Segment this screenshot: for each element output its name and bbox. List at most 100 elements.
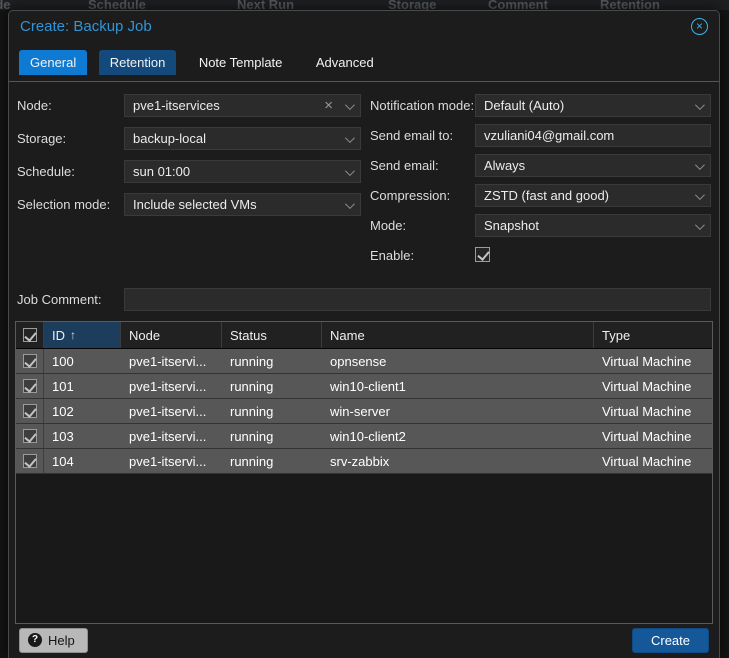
chevron-down-icon[interactable]	[695, 190, 705, 200]
select-all-cell[interactable]	[16, 322, 44, 348]
table-header: ID ↑ Node Status Name Type	[16, 322, 712, 349]
cell-id: 100	[44, 349, 121, 373]
send-email-to-input[interactable]	[475, 124, 711, 147]
send-email-combo-value: Always	[484, 158, 525, 173]
column-header-id[interactable]: ID ↑	[44, 322, 121, 348]
schedule-label: Schedule:	[17, 160, 124, 179]
storage-combo-value: backup-local	[133, 131, 206, 146]
column-header-type[interactable]: Type	[594, 322, 712, 348]
compression-combo-value: ZSTD (fast and good)	[484, 188, 609, 203]
chevron-down-icon[interactable]	[345, 100, 355, 110]
storage-combo[interactable]: backup-local	[124, 127, 361, 150]
bg-column-storage: Storage	[388, 0, 436, 10]
tab-advanced[interactable]: Advanced	[305, 50, 385, 75]
cell-node: pve1-itservi...	[121, 349, 222, 373]
tab-general[interactable]: General	[19, 50, 87, 75]
cell-name: win10-client1	[322, 374, 594, 398]
dialog-footer: ? Help Create	[9, 622, 719, 658]
cell-name: win10-client2	[322, 424, 594, 448]
mode-label: Mode:	[370, 214, 475, 233]
send-email-combo[interactable]: Always	[475, 154, 711, 177]
cell-node: pve1-itservi...	[121, 424, 222, 448]
cell-type: Virtual Machine	[594, 449, 712, 473]
tab-bar: General Retention Note Template Advanced	[9, 42, 719, 82]
background-grid-header: Node Schedule Next Run Storage Comment R…	[0, 0, 729, 10]
help-button[interactable]: ? Help	[19, 628, 88, 653]
cell-node: pve1-itservi...	[121, 449, 222, 473]
tab-note-template[interactable]: Note Template	[188, 50, 294, 75]
cell-status: running	[222, 374, 322, 398]
table-row[interactable]: 104 pve1-itservi... running srv-zabbix V…	[16, 449, 712, 474]
vm-selection-table: ID ↑ Node Status Name Type 100 pve1-itse…	[15, 321, 713, 624]
cell-id: 104	[44, 449, 121, 473]
cell-type: Virtual Machine	[594, 349, 712, 373]
table-row[interactable]: 100 pve1-itservi... running opnsense Vir…	[16, 349, 712, 374]
chevron-down-icon[interactable]	[345, 199, 355, 209]
close-icon[interactable]: ×	[691, 18, 708, 35]
node-combo[interactable]: pve1-itservices ×	[124, 94, 361, 117]
column-header-status[interactable]: Status	[222, 322, 322, 348]
enable-checkbox[interactable]	[475, 247, 490, 262]
schedule-combo[interactable]: sun 01:00	[124, 160, 361, 183]
sort-asc-icon: ↑	[70, 328, 76, 342]
compression-combo[interactable]: ZSTD (fast and good)	[475, 184, 711, 207]
table-row[interactable]: 101 pve1-itservi... running win10-client…	[16, 374, 712, 399]
chevron-down-icon[interactable]	[695, 160, 705, 170]
table-row[interactable]: 102 pve1-itservi... running win-server V…	[16, 399, 712, 424]
chevron-down-icon[interactable]	[345, 133, 355, 143]
bg-column-nextrun: Next Run	[237, 0, 294, 10]
clear-icon[interactable]: ×	[324, 96, 333, 116]
chevron-down-icon[interactable]	[345, 166, 355, 176]
help-icon: ?	[28, 633, 42, 647]
row-checkbox[interactable]	[23, 379, 37, 393]
form-right-column: Notification mode: Default (Auto) Send e…	[365, 94, 711, 270]
chevron-down-icon[interactable]	[695, 100, 705, 110]
form-left-column: Node: pve1-itservices × Storage: backup-…	[17, 94, 365, 270]
cell-status: running	[222, 349, 322, 373]
cell-node: pve1-itservi...	[121, 399, 222, 423]
storage-label: Storage:	[17, 127, 124, 146]
node-combo-value: pve1-itservices	[133, 98, 220, 113]
cell-type: Virtual Machine	[594, 374, 712, 398]
create-button[interactable]: Create	[632, 628, 709, 653]
row-checkbox[interactable]	[23, 429, 37, 443]
column-header-name[interactable]: Name	[322, 322, 594, 348]
job-comment-label: Job Comment:	[17, 292, 124, 307]
bg-column-node: Node	[0, 0, 11, 10]
bg-column-retention: Retention	[600, 0, 660, 10]
create-backup-job-dialog: Create: Backup Job × General Retention N…	[8, 10, 720, 658]
selection-mode-combo-value: Include selected VMs	[133, 197, 257, 212]
column-header-node[interactable]: Node	[121, 322, 222, 348]
row-checkbox[interactable]	[23, 454, 37, 468]
cell-node: pve1-itservi...	[121, 374, 222, 398]
general-form: Node: pve1-itservices × Storage: backup-…	[9, 82, 719, 270]
enable-label: Enable:	[370, 244, 475, 263]
node-label: Node:	[17, 94, 124, 113]
cell-name: srv-zabbix	[322, 449, 594, 473]
row-checkbox[interactable]	[23, 404, 37, 418]
notification-mode-combo-value: Default (Auto)	[484, 98, 564, 113]
cell-id: 103	[44, 424, 121, 448]
mode-combo-value: Snapshot	[484, 218, 539, 233]
cell-id: 101	[44, 374, 121, 398]
selection-mode-label: Selection mode:	[17, 193, 124, 212]
selection-mode-combo[interactable]: Include selected VMs	[124, 193, 361, 216]
cell-status: running	[222, 449, 322, 473]
table-row[interactable]: 103 pve1-itservi... running win10-client…	[16, 424, 712, 449]
chevron-down-icon[interactable]	[695, 220, 705, 230]
cell-status: running	[222, 424, 322, 448]
dialog-title-bar: Create: Backup Job ×	[9, 11, 719, 42]
cell-name: opnsense	[322, 349, 594, 373]
select-all-checkbox[interactable]	[23, 328, 37, 342]
row-checkbox[interactable]	[23, 354, 37, 368]
cell-name: win-server	[322, 399, 594, 423]
mode-combo[interactable]: Snapshot	[475, 214, 711, 237]
notification-mode-combo[interactable]: Default (Auto)	[475, 94, 711, 117]
help-button-label: Help	[48, 633, 75, 648]
tab-retention[interactable]: Retention	[99, 50, 177, 75]
cell-type: Virtual Machine	[594, 399, 712, 423]
schedule-combo-value: sun 01:00	[133, 164, 190, 179]
bg-column-schedule: Schedule	[88, 0, 146, 10]
job-comment-input[interactable]	[124, 288, 711, 311]
cell-status: running	[222, 399, 322, 423]
